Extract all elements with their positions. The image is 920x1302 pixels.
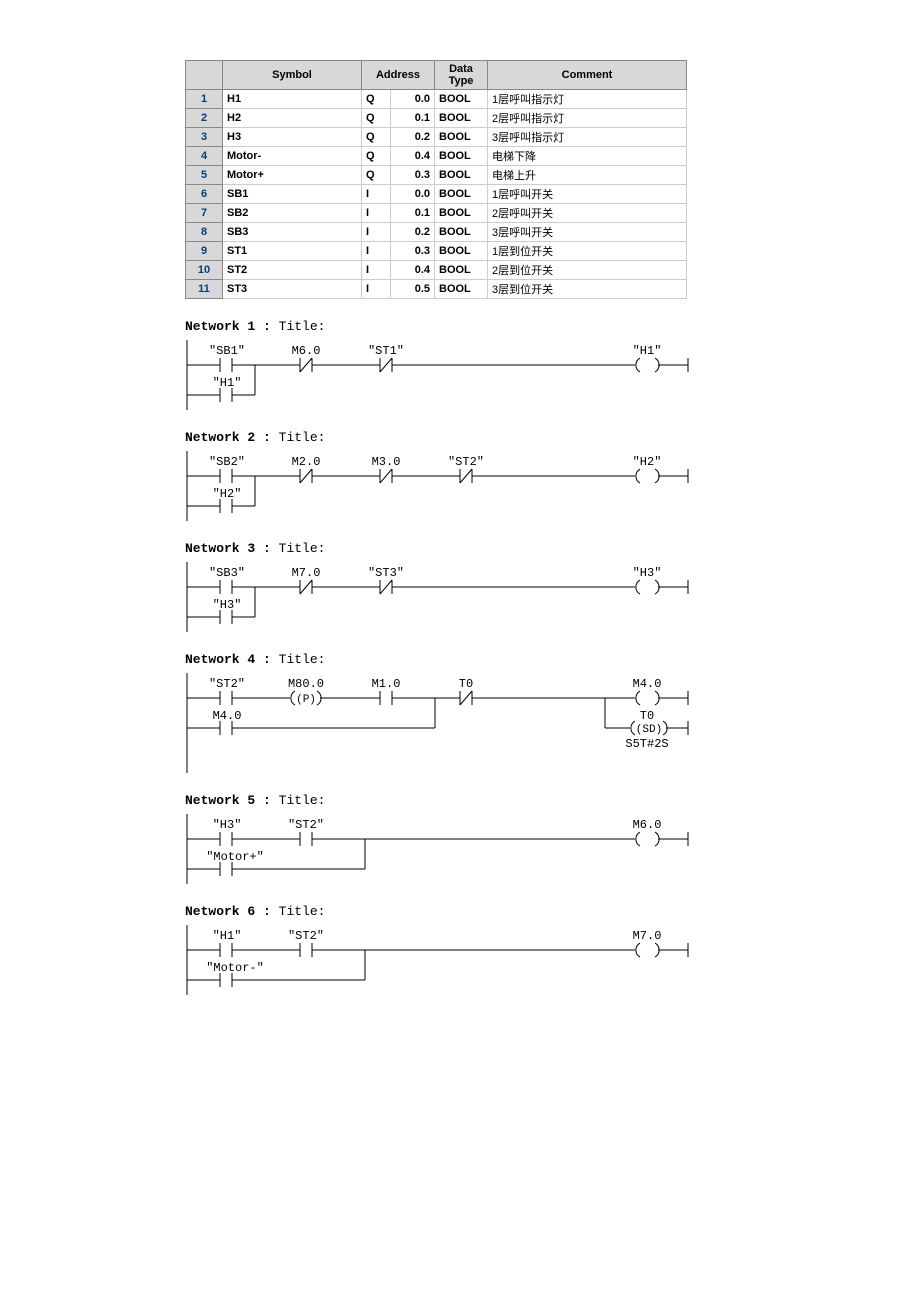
table-row: 9ST1I0.3BOOL1层到位开关 <box>186 242 687 261</box>
ladder-network-4: "ST2" M80.0 M1.0 T0 M4.0 M4.0 T0 (SD) S5… <box>185 673 690 773</box>
table-row: 1H1Q0.0BOOL1层呼叫指示灯 <box>186 90 687 109</box>
col-index <box>186 61 223 90</box>
svg-text:"H3": "H3" <box>633 566 662 580</box>
row-sym: H1 <box>223 90 362 109</box>
table-header-row: Symbol Address Data Type Comment <box>186 61 687 90</box>
svg-text:M4.0: M4.0 <box>213 709 242 723</box>
svg-text:(SD): (SD) <box>636 724 662 736</box>
svg-text:"ST2": "ST2" <box>288 818 324 832</box>
svg-text:M2.0: M2.0 <box>292 455 321 469</box>
row-cm: 1层呼叫指示灯 <box>488 90 687 109</box>
table-row: 2H2Q0.1BOOL2层呼叫指示灯 <box>186 109 687 128</box>
col-symbol: Symbol <box>223 61 362 90</box>
svg-text:T0: T0 <box>640 709 654 723</box>
svg-text:"ST2": "ST2" <box>288 929 324 943</box>
network-4-title: Network 4 : Title: <box>185 652 920 667</box>
ladder-network-3: "SB3" M7.0 "ST3" "H3" "H3" <box>185 562 690 632</box>
table-row: 8SB3I0.2BOOL3层呼叫开关 <box>186 223 687 242</box>
svg-text:(P): (P) <box>296 694 316 706</box>
col-address: Address <box>362 61 435 90</box>
table-row: 10ST2I0.4BOOL2层到位开关 <box>186 261 687 280</box>
svg-text:"SB3": "SB3" <box>209 566 245 580</box>
row-a2: 0.0 <box>391 90 435 109</box>
net1-label: Network 1 : <box>185 319 271 334</box>
col-comment: Comment <box>488 61 687 90</box>
col-datatype: Data Type <box>435 61 488 90</box>
svg-text:"H3": "H3" <box>213 598 242 612</box>
network-1-title: Network 1 : Title: <box>185 319 920 334</box>
symbol-table: Symbol Address Data Type Comment 1H1Q0.0… <box>185 60 687 299</box>
row-idx: 1 <box>186 90 223 109</box>
svg-text:M1.0: M1.0 <box>372 677 401 691</box>
svg-text:T0: T0 <box>459 677 473 691</box>
svg-text:"H2": "H2" <box>633 455 662 469</box>
ladder-network-1: "SB1" M6.0 "ST1" "H1" "H1" <box>185 340 690 410</box>
svg-text:M80.0: M80.0 <box>288 677 324 691</box>
c2: M6.0 <box>292 344 321 358</box>
table-row: 6SB1I0.0BOOL1层呼叫开关 <box>186 185 687 204</box>
c4: "H1" <box>633 344 662 358</box>
svg-text:S5T#2S: S5T#2S <box>625 737 668 751</box>
ladder-network-5: "H3" "ST2" M6.0 "Motor+" <box>185 814 690 884</box>
network-2-title: Network 2 : Title: <box>185 430 920 445</box>
net1-sub: Title: <box>279 319 326 334</box>
network-3-title: Network 3 : Title: <box>185 541 920 556</box>
svg-text:"ST3": "ST3" <box>368 566 404 580</box>
ladder-network-2: "SB2" M2.0 M3.0 "ST2" "H2" "H2" <box>185 451 690 521</box>
table-row: 7SB2I0.1BOOL2层呼叫开关 <box>186 204 687 223</box>
svg-text:"H3": "H3" <box>213 818 242 832</box>
network-5-title: Network 5 : Title: <box>185 793 920 808</box>
table-row: 3H3Q0.2BOOL3层呼叫指示灯 <box>186 128 687 147</box>
c1: "SB1" <box>209 344 245 358</box>
c3: "ST1" <box>368 344 404 358</box>
svg-text:"H2": "H2" <box>213 487 242 501</box>
svg-text:M3.0: M3.0 <box>372 455 401 469</box>
row-dt: BOOL <box>435 90 488 109</box>
svg-text:"ST2": "ST2" <box>209 677 245 691</box>
c5: "H1" <box>213 376 242 390</box>
svg-text:"SB2": "SB2" <box>209 455 245 469</box>
svg-text:M4.0: M4.0 <box>633 677 662 691</box>
svg-text:"ST2": "ST2" <box>448 455 484 469</box>
table-row: 4Motor-Q0.4BOOL电梯下降 <box>186 147 687 166</box>
svg-text:"Motor-": "Motor-" <box>206 961 264 975</box>
table-row: 11ST3I0.5BOOL3层到位开关 <box>186 280 687 299</box>
svg-text:"H1": "H1" <box>213 929 242 943</box>
network-6-title: Network 6 : Title: <box>185 904 920 919</box>
svg-text:M7.0: M7.0 <box>633 929 662 943</box>
table-row: 5Motor+Q0.3BOOL电梯上升 <box>186 166 687 185</box>
row-a1: Q <box>362 90 391 109</box>
ladder-network-6: "H1" "ST2" M7.0 "Motor-" <box>185 925 690 995</box>
svg-text:M7.0: M7.0 <box>292 566 321 580</box>
svg-text:M6.0: M6.0 <box>633 818 662 832</box>
svg-text:"Motor+": "Motor+" <box>206 850 264 864</box>
